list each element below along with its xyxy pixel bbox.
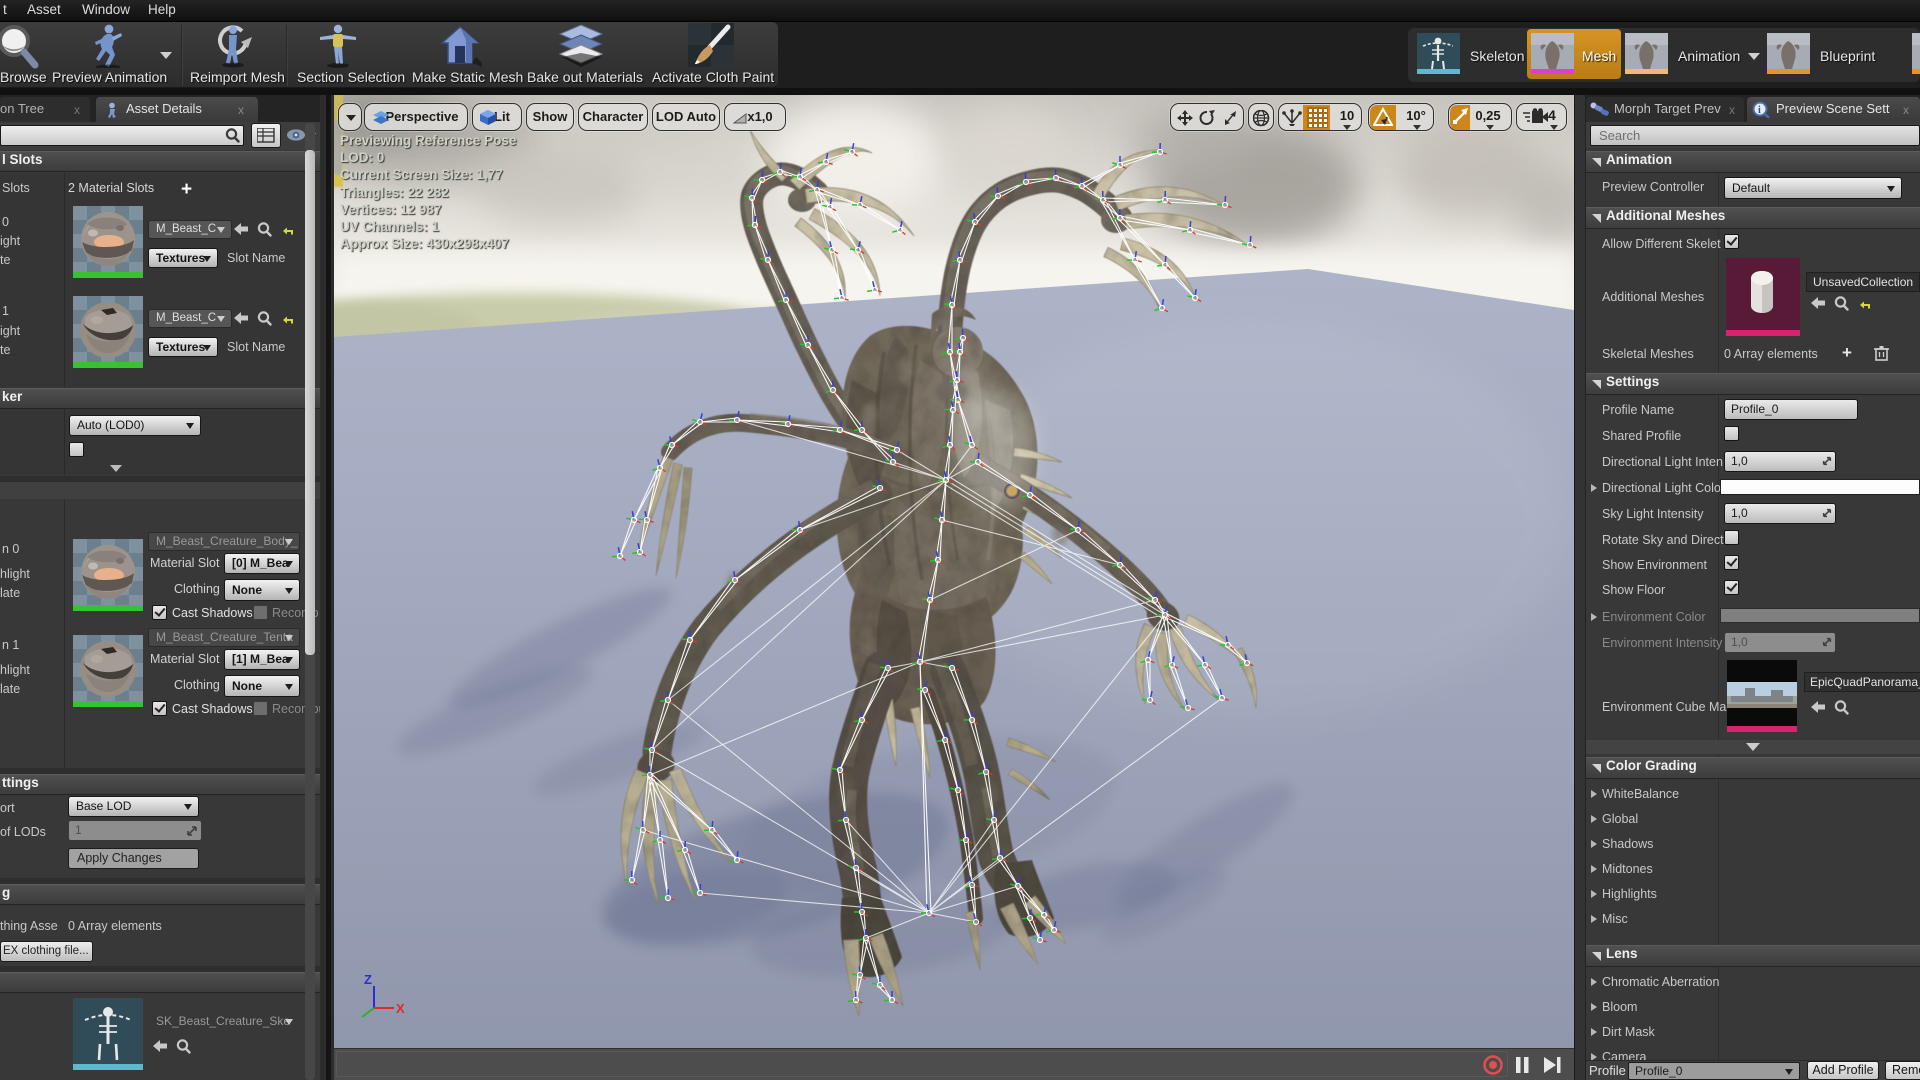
svg-text:Z: Z: [364, 972, 372, 987]
svg-text:X: X: [396, 1001, 405, 1016]
svg-text:i: i: [1758, 105, 1761, 116]
